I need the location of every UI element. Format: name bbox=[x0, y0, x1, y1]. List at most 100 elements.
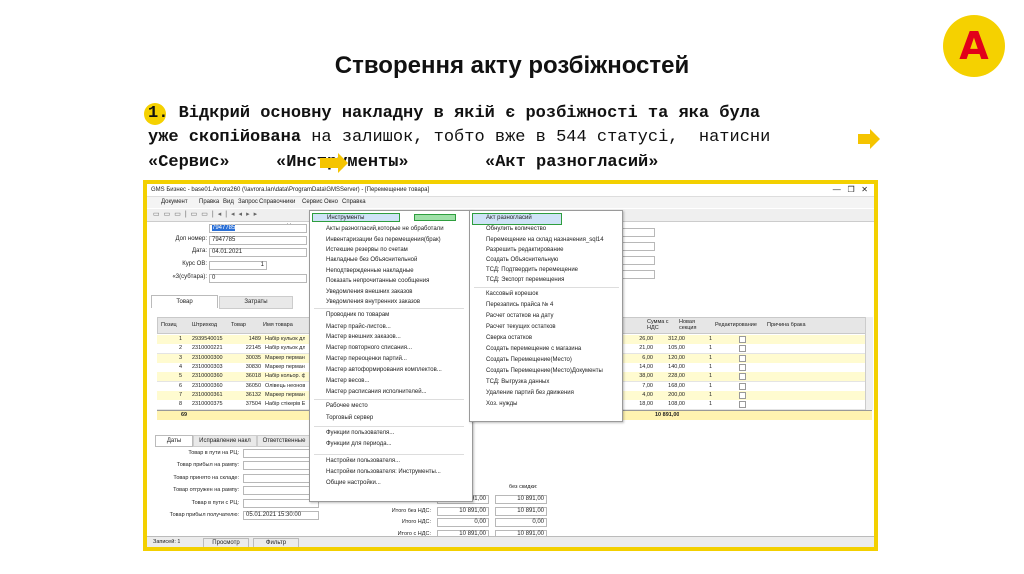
number-field[interactable]: 7947785 bbox=[209, 224, 307, 233]
row-pos: 4 bbox=[179, 363, 183, 370]
combo-3[interactable] bbox=[619, 256, 655, 265]
service-menu-item[interactable]: Проводник по товарам bbox=[326, 312, 389, 318]
row-checkbox[interactable] bbox=[739, 373, 746, 381]
service-menu-item[interactable]: Уведомления внешних заказов bbox=[326, 289, 413, 295]
row-checkbox[interactable] bbox=[739, 354, 746, 362]
tools-menu-item[interactable]: ТСД: Выгрузка данных bbox=[486, 379, 549, 385]
menu-window[interactable]: Окно bbox=[324, 199, 338, 205]
menu-view[interactable]: Вид bbox=[223, 199, 234, 205]
service-menu-item[interactable]: Мастер весов... bbox=[326, 378, 369, 384]
tools-menu-item[interactable]: ТСД: Экспорт перемещения bbox=[486, 277, 564, 283]
grid-header-sum[interactable]: Сумма с НДС bbox=[647, 319, 677, 331]
grid-scrollbar[interactable] bbox=[865, 317, 873, 410]
date-field[interactable]: 04.01.2021 bbox=[209, 248, 307, 257]
subtab-correction[interactable]: Исправление накл bbox=[193, 435, 257, 447]
row-tov: 36018 bbox=[245, 373, 261, 380]
combo-2[interactable] bbox=[619, 242, 655, 251]
service-menu-item[interactable]: Акты разногласий,которые не обработали bbox=[326, 226, 444, 232]
tools-menu-item[interactable]: Создать Объяснительную bbox=[486, 257, 558, 263]
service-menu-item[interactable]: Торговый сервер bbox=[326, 415, 373, 421]
service-menu-item[interactable]: Мастер внешних заказов... bbox=[326, 334, 401, 340]
lower-field-input[interactable]: 05.01.2021 15:30:00 bbox=[243, 511, 319, 520]
service-menu-item[interactable]: Мастер автоформирования комплектов... bbox=[326, 367, 442, 373]
tools-menu-item[interactable]: Акт разногласий bbox=[486, 215, 532, 221]
menu-query[interactable]: Запрос bbox=[238, 199, 258, 205]
menu-edit[interactable]: Правка bbox=[199, 199, 219, 205]
row-sum1: 14,00 bbox=[639, 363, 653, 370]
row-checkbox[interactable] bbox=[739, 382, 746, 390]
menu-help[interactable]: Справка bbox=[342, 199, 366, 205]
service-menu-item[interactable]: Инвентаризации без перемещения(брак) bbox=[326, 237, 441, 243]
service-menu-item[interactable]: Накладные без Объяснительной bbox=[326, 257, 417, 263]
service-menu-item[interactable]: Мастер прайс-листов... bbox=[326, 324, 391, 330]
grid-header-reason[interactable]: Причина брака bbox=[767, 322, 806, 328]
service-menu-item[interactable]: Неподтвержденные накладные bbox=[326, 268, 414, 274]
service-menu-item[interactable]: Настройки пользователя: Инструменты... bbox=[326, 469, 441, 475]
lower-field-input[interactable] bbox=[243, 498, 319, 508]
subtab-responsible[interactable]: Ответственные bbox=[257, 435, 311, 447]
grid-header-tov[interactable]: Товар bbox=[231, 322, 246, 328]
subtype-field[interactable]: 0 bbox=[209, 274, 307, 283]
row-checkbox[interactable] bbox=[739, 401, 746, 409]
service-menu-item[interactable]: Мастер повторного списания... bbox=[326, 345, 412, 351]
combo-4[interactable] bbox=[619, 270, 655, 279]
rate-field[interactable]: 1 bbox=[209, 261, 267, 270]
tab-costs[interactable]: Затраты bbox=[219, 296, 293, 309]
service-menu-item[interactable]: Мастер расписания исполнителей... bbox=[326, 389, 427, 395]
tools-menu-item[interactable]: Создать перемещение с магазина bbox=[486, 346, 581, 352]
row-name: Набір кульок для bbox=[265, 345, 305, 352]
tools-menu-item[interactable]: ТСД: Подтвердить перемещение bbox=[486, 267, 578, 273]
service-menu-item[interactable]: Настройки пользователя... bbox=[326, 458, 400, 464]
row-checkbox[interactable] bbox=[739, 391, 746, 399]
service-menu-item[interactable]: Истекшие резервы по счетам bbox=[326, 247, 408, 253]
doc-number-field[interactable]: 7947785 bbox=[209, 236, 307, 245]
service-menu-item[interactable]: Функции пользователя... bbox=[326, 430, 394, 436]
totals-value-2: 0,00 bbox=[495, 518, 547, 527]
grid-header-barcode[interactable]: Штрихкод bbox=[192, 322, 217, 328]
row-checkbox[interactable] bbox=[739, 363, 746, 371]
tools-menu-item[interactable]: Создать Перемещение(Место) bbox=[486, 357, 572, 363]
menu-document[interactable]: Документ bbox=[161, 199, 188, 205]
window-controls[interactable]: — ❐ ✕ bbox=[833, 185, 868, 194]
row-checkbox[interactable] bbox=[739, 345, 746, 353]
tools-menu-item[interactable]: Удаление партий без движения bbox=[486, 390, 574, 396]
tools-menu-item[interactable]: Обнулить количество bbox=[486, 226, 546, 232]
row-pos: 2 bbox=[179, 345, 183, 352]
menu-item-tools[interactable]: Инструменты bbox=[312, 213, 400, 222]
service-menu-item[interactable]: Рабочее место bbox=[326, 403, 368, 409]
tools-menu-item[interactable]: Кассовый корешок bbox=[486, 291, 538, 297]
tools-menu-item[interactable]: Расчет остатков на дату bbox=[486, 313, 553, 319]
subtab-dates[interactable]: Даты bbox=[155, 435, 193, 447]
menu-references[interactable]: Справочники bbox=[259, 199, 295, 205]
service-menu-item[interactable]: Мастер переоценки партий... bbox=[326, 356, 407, 362]
status-filter-button[interactable]: Фильтр bbox=[253, 538, 299, 547]
lower-field-input[interactable] bbox=[243, 486, 319, 496]
row-pos: 8 bbox=[179, 401, 183, 408]
menu-service[interactable]: Сервис bbox=[302, 199, 323, 205]
grid-header-name[interactable]: Имя товара bbox=[263, 322, 293, 328]
row-checkbox[interactable] bbox=[739, 336, 746, 343]
lower-field-input[interactable] bbox=[243, 473, 319, 483]
tools-menu-item[interactable]: Разрешить редактирование bbox=[486, 247, 564, 253]
row-sum2: 168,00 bbox=[668, 382, 685, 389]
grid-header-pos[interactable]: Позиц bbox=[161, 322, 177, 328]
tools-menu-item[interactable]: Сверка остатков bbox=[486, 335, 532, 341]
tools-menu-item[interactable]: Перезапись прайса № 4 bbox=[486, 302, 553, 308]
tools-menu-item[interactable]: Расчет текущих остатков bbox=[486, 324, 556, 330]
grid-header-section[interactable]: Новая секция bbox=[679, 319, 709, 331]
lower-field-input[interactable] bbox=[243, 449, 319, 458]
combo-1[interactable] bbox=[619, 228, 655, 237]
grid-header-edit[interactable]: Редактирование bbox=[715, 322, 757, 328]
lower-field-input[interactable] bbox=[243, 461, 319, 471]
service-menu-item[interactable]: Функции для периода... bbox=[326, 441, 392, 447]
tools-menu-item[interactable]: Перемещение на склад назначения_sql14 bbox=[486, 237, 604, 243]
date-label: Дата: bbox=[192, 248, 207, 254]
tools-menu-item[interactable]: Хоз. нужды bbox=[486, 401, 518, 407]
toolbar-icons[interactable]: ▭▭▭|▭▭|◂|◂◂▸▸ bbox=[153, 210, 261, 218]
service-menu-item[interactable]: Уведомления внутренних заказов bbox=[326, 299, 420, 305]
tools-menu-item[interactable]: Создать Перемещение(Место)Документы bbox=[486, 368, 603, 374]
tab-goods[interactable]: Товар bbox=[151, 295, 218, 308]
service-menu-item[interactable]: Показать непрочитанные сообщения bbox=[326, 278, 429, 284]
status-view-button[interactable]: Просмотр bbox=[203, 538, 249, 547]
service-menu-item[interactable]: Общие настройки... bbox=[326, 480, 381, 486]
